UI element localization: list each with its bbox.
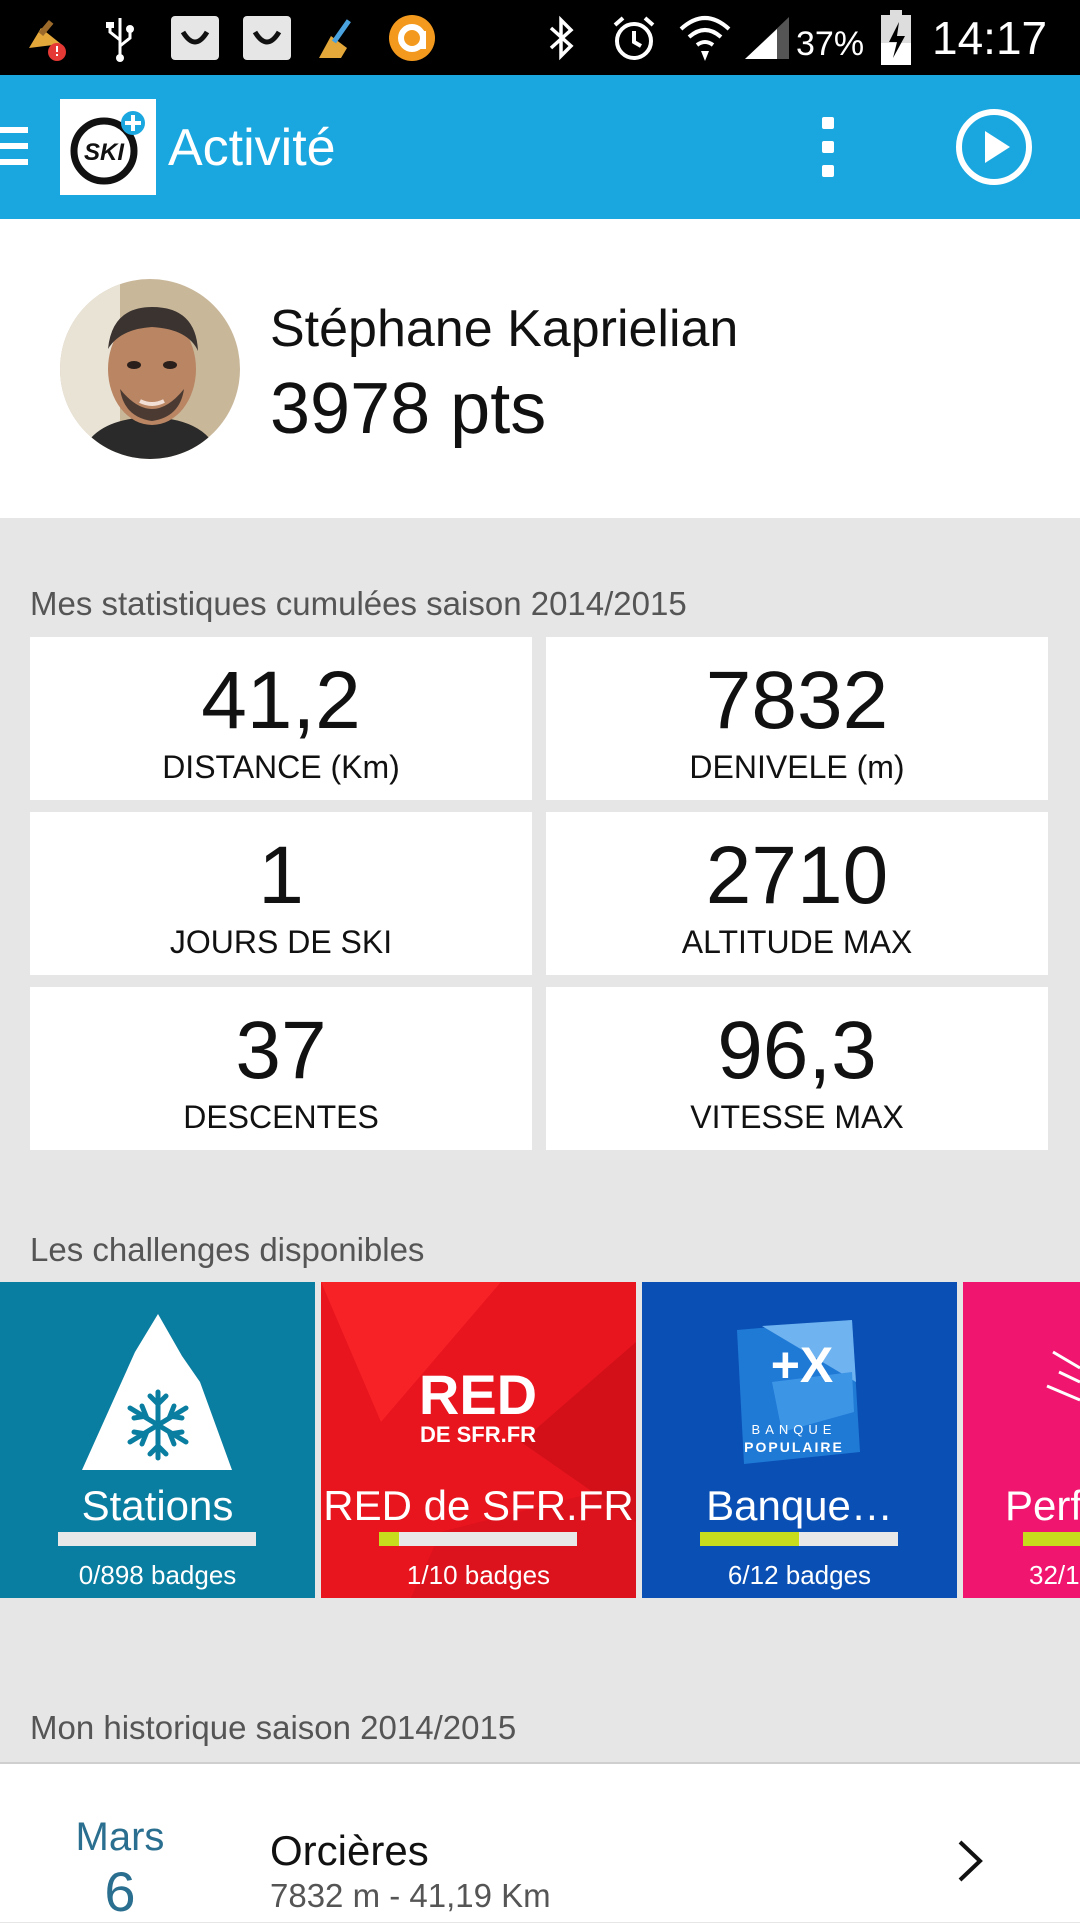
alarm-icon [608,10,660,66]
challenge-card-perf[interactable]: Perf 32/1 [963,1282,1080,1598]
svg-text:DE SFR.FR: DE SFR.FR [420,1422,536,1447]
stat-card-descents: 37 DESCENTES [30,987,532,1150]
stat-card-altitude-max: 2710 ALTITUDE MAX [546,812,1048,975]
challenge-progress-bar [58,1532,256,1546]
stat-card-denivele: 7832 DENIVELE (m) [546,637,1048,800]
svg-text:BANQUE: BANQUE [752,1422,837,1437]
avatar[interactable] [60,279,240,459]
challenge-card-banque-populaire[interactable]: +X BANQUE POPULAIRE Banque… 6/12 badges [642,1282,957,1598]
usb-icon [100,10,140,66]
red-sfr-logo: RED DE SFR.FR [321,1282,636,1598]
user-name: Stéphane Kaprielian [270,300,739,358]
history-details: 7832 m - 41,19 Km [270,1877,551,1914]
challenge-badge-count: 0/898 badges [78,1560,237,1590]
stat-value: 37 [235,1005,327,1096]
clean-master-icon [20,10,70,66]
challenge-card-red-sfr[interactable]: RED DE SFR.FR RED de SFR.FR 1/10 badges [321,1282,636,1598]
challenge-badge-count: 32/1 [1029,1560,1080,1590]
stat-label: DESCENTES [183,1099,379,1135]
stat-value: 96,3 [717,1005,877,1096]
smiley-icon [168,10,222,66]
challenges-section-title: Les challenges disponibles [30,1231,425,1268]
more-options-icon[interactable] [818,117,838,177]
smiley-icon [240,10,294,66]
user-points: 3978 pts [270,369,547,449]
challenge-name: Stations [81,1482,234,1529]
stat-card-distance: 41,2 DISTANCE (Km) [30,637,532,800]
stat-value: 41,2 [201,655,361,746]
broom-icon [312,10,362,66]
play-button[interactable] [954,107,1034,187]
svg-text:+X: +X [771,1337,834,1393]
svg-text:SKI: SKI [84,139,125,166]
challenge-badge-count: 6/12 badges [727,1560,872,1590]
challenge-progress-bar [700,1532,898,1546]
battery-icon [876,10,916,66]
play-icon [956,109,1032,185]
hamburger-menu-icon[interactable] [0,127,30,167]
history-item[interactable]: Mars 6 Orcières 7832 m - 41,19 Km [0,1762,1080,1922]
ski-poles-icon [1046,1350,1080,1402]
stat-label: VITESSE MAX [690,1099,904,1135]
stat-label: ALTITUDE MAX [681,924,913,960]
challenge-progress-bar [1023,1532,1080,1546]
bluetooth-icon [542,10,582,66]
chevron-right-icon[interactable] [950,1836,990,1886]
ski-plus-logo[interactable]: SKI [60,99,156,195]
wifi-icon [676,10,734,66]
history-section-title: Mon historique saison 2014/2015 [30,1709,517,1746]
stat-value: 7832 [705,655,889,746]
stat-value: 2710 [705,830,889,921]
stat-card-ski-days: 1 JOURS DE SKI [30,812,532,975]
challenge-progress-bar [379,1532,577,1546]
challenge-badge-count: 1/10 badges [406,1560,551,1590]
stat-card-speed-max: 96,3 VITESSE MAX [546,987,1048,1150]
challenge-name: Banque… [706,1482,893,1529]
stats-section-title: Mes statistiques cumulées saison 2014/20… [30,585,687,622]
stat-label: DISTANCE (Km) [162,749,400,785]
banque-populaire-logo: +X BANQUE POPULAIRE [737,1320,860,1464]
svg-text:RED: RED [419,1363,537,1426]
history-place: Orcières [270,1827,429,1874]
app-bar: SKI Activité [0,75,1080,219]
stat-value: 1 [258,830,304,921]
svg-text:POPULAIRE: POPULAIRE [744,1439,844,1455]
challenge-card-stations[interactable]: Stations 0/898 badges [0,1282,315,1598]
status-bar: 37% 14:17 [0,0,1080,75]
challenge-name: Perf [1005,1482,1080,1529]
history-day: 6 [104,1860,136,1923]
clock: 14:17 [932,12,1048,64]
orange-app-icon [386,10,438,66]
mountain-snowflake-icon [82,1314,232,1470]
history-month: Mars [75,1815,165,1859]
challenge-name: RED de SFR.FR [323,1482,634,1529]
profile-card: Stéphane Kaprielian 3978 pts [0,219,1080,518]
stat-label: JOURS DE SKI [169,924,393,960]
signal-icon [740,10,794,66]
battery-percent: 37% [796,25,865,63]
page-title: Activité [168,119,336,177]
stat-label: DENIVELE (m) [689,749,905,785]
